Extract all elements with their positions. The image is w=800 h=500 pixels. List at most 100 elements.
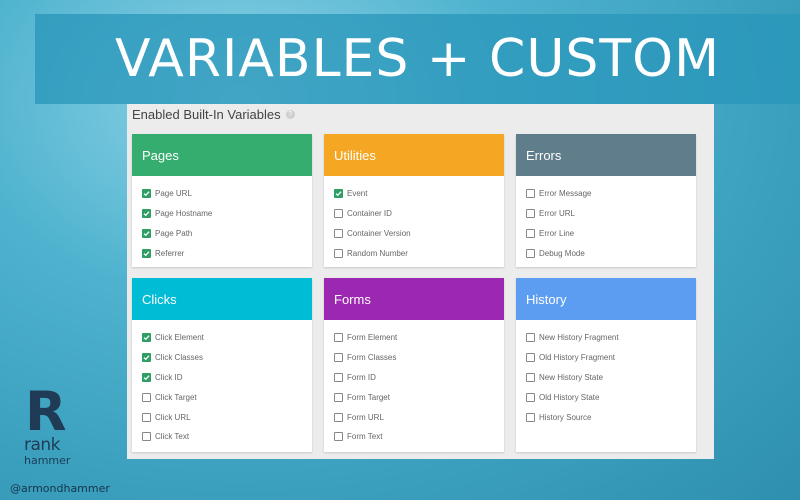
panel-header: Enabled Built-In Variables ? (132, 107, 295, 122)
card-header: History (516, 278, 696, 320)
variable-option[interactable]: Debug Mode (526, 243, 686, 263)
variable-label: Old History State (539, 392, 600, 402)
variable-option[interactable]: Click ID (142, 368, 302, 388)
variable-label: Click URL (155, 412, 191, 422)
panel-title: Enabled Built-In Variables (132, 107, 281, 122)
card-header: Utilities (324, 134, 504, 176)
checkbox-unchecked[interactable] (526, 209, 535, 219)
logo-word-rank: rank (24, 435, 61, 455)
check-icon (143, 211, 150, 217)
checkbox-checked[interactable] (142, 228, 151, 238)
variable-option[interactable]: Error Message (526, 184, 686, 204)
variable-label: Event (347, 189, 368, 199)
variable-option[interactable]: Page Path (142, 224, 302, 244)
checkbox-unchecked[interactable] (334, 353, 343, 363)
card-body: Page URL Page Hostname Page Path Referrer (132, 176, 312, 269)
variable-option[interactable]: Form Classes (334, 348, 494, 368)
card-body: Event Container ID Container Version Random… (324, 176, 504, 269)
variable-label: Form Classes (347, 353, 397, 363)
checkbox-unchecked[interactable] (526, 372, 535, 382)
checkbox-unchecked[interactable] (526, 392, 535, 402)
variable-option[interactable]: Form ID (334, 368, 494, 388)
variable-option[interactable]: Referrer (142, 243, 302, 263)
checkbox-checked[interactable] (334, 189, 343, 199)
checkbox-checked[interactable] (142, 189, 151, 199)
checkbox-unchecked[interactable] (526, 353, 535, 363)
card-header: Pages (132, 134, 312, 176)
checkbox-unchecked[interactable] (142, 412, 151, 422)
checkbox-checked[interactable] (142, 209, 151, 219)
variable-label: Form Element (347, 333, 398, 343)
variable-label: Container Version (347, 228, 411, 238)
checkbox-unchecked[interactable] (526, 412, 535, 422)
banner-title: VARIABLES + CUSTOM (115, 29, 720, 89)
variable-option[interactable]: Error Line (526, 224, 686, 244)
checkbox-unchecked[interactable] (526, 248, 535, 258)
checkbox-unchecked[interactable] (142, 392, 151, 402)
variable-label: Random Number (347, 248, 408, 258)
variable-option[interactable]: Click Classes (142, 348, 302, 368)
variable-option[interactable]: Page Hostname (142, 204, 302, 224)
variable-option[interactable]: Form URL (334, 407, 494, 427)
checkbox-checked[interactable] (142, 248, 151, 258)
check-icon (143, 191, 150, 197)
variable-label: Form ID (347, 372, 376, 382)
card-header: Forms (324, 278, 504, 320)
variable-label: Click ID (155, 372, 183, 382)
variable-label: Error URL (539, 209, 576, 219)
checkbox-unchecked[interactable] (334, 392, 343, 402)
checkbox-checked[interactable] (142, 333, 151, 343)
checkbox-checked[interactable] (142, 372, 151, 382)
checkbox-unchecked[interactable] (334, 248, 343, 258)
checkbox-unchecked[interactable] (142, 432, 151, 442)
checkbox-unchecked[interactable] (334, 228, 343, 238)
variable-option[interactable]: Old History State (526, 387, 686, 407)
card-pages: Pages Page URL Page Hostname Page Path Refer… (132, 134, 312, 267)
variable-option[interactable]: Container ID (334, 204, 494, 224)
checkbox-checked[interactable] (142, 353, 151, 363)
variable-option[interactable]: Error URL (526, 204, 686, 224)
variable-option[interactable]: Form Target (334, 387, 494, 407)
variable-option[interactable]: New History State (526, 368, 686, 388)
check-icon (143, 335, 150, 341)
variable-option[interactable]: Form Element (334, 328, 494, 348)
checkbox-unchecked[interactable] (334, 412, 343, 422)
variable-label: History Source (539, 412, 592, 422)
variable-option[interactable]: Click Target (142, 387, 302, 407)
check-icon (143, 231, 150, 237)
card-body: New History Fragment Old History Fragment… (516, 320, 696, 433)
variable-option[interactable]: New History Fragment (526, 328, 686, 348)
title-banner: VARIABLES + CUSTOM (35, 14, 800, 104)
variable-label: Error Message (539, 189, 592, 199)
logo-word-hammer: hammer (24, 454, 71, 467)
variable-option[interactable]: Page URL (142, 184, 302, 204)
card-body: Click Element Click Classes Click ID Click … (132, 320, 312, 453)
variable-option[interactable]: Click Text (142, 427, 302, 447)
checkbox-unchecked[interactable] (334, 333, 343, 343)
variable-label: Form Target (347, 392, 390, 402)
checkbox-unchecked[interactable] (334, 432, 343, 442)
variable-label: Old History Fragment (539, 353, 616, 363)
variable-option[interactable]: Container Version (334, 224, 494, 244)
checkbox-unchecked[interactable] (526, 189, 535, 199)
social-handle: @armondhammer (10, 482, 110, 495)
variable-option[interactable]: Form Text (334, 427, 494, 447)
checkbox-unchecked[interactable] (334, 372, 343, 382)
variable-label: Page URL (155, 189, 192, 199)
help-icon[interactable]: ? (285, 110, 295, 119)
check-icon (143, 251, 150, 257)
checkbox-unchecked[interactable] (334, 209, 343, 219)
card-body: Error Message Error URL Error Line Debug Mo… (516, 176, 696, 269)
variable-label: Click Target (155, 392, 197, 402)
variable-option[interactable]: Click Element (142, 328, 302, 348)
variable-option[interactable]: History Source (526, 407, 686, 427)
checkbox-unchecked[interactable] (526, 228, 535, 238)
variable-option[interactable]: Old History Fragment (526, 348, 686, 368)
variable-option[interactable]: Event (334, 184, 494, 204)
card-forms: Forms Form Element Form Classes Form ID Form… (324, 278, 504, 452)
variable-option[interactable]: Random Number (334, 243, 494, 263)
variable-option[interactable]: Click URL (142, 407, 302, 427)
checkbox-unchecked[interactable] (526, 333, 535, 343)
variable-label: Click Element (155, 333, 204, 343)
rank-hammer-logo: R rank hammer (22, 385, 92, 475)
